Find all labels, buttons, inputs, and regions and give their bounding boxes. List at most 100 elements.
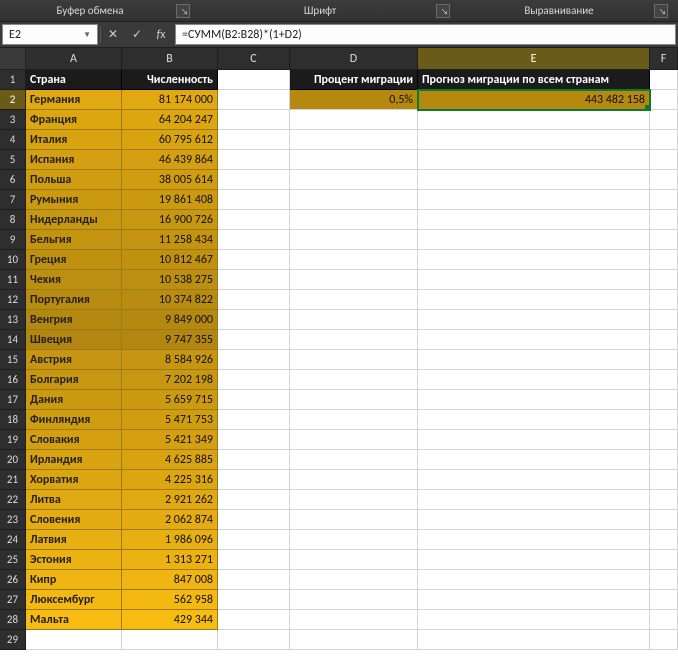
- cell-D9[interactable]: [290, 230, 418, 250]
- cell-A14[interactable]: Швеция: [26, 330, 122, 350]
- cell-D19[interactable]: [290, 430, 418, 450]
- cell-A26[interactable]: Кипр: [26, 570, 122, 590]
- cell-C4[interactable]: [218, 130, 290, 150]
- cell-E1[interactable]: Прогноз миграции по всем странам: [418, 70, 650, 90]
- row-header[interactable]: 15: [0, 350, 26, 370]
- cell-E9[interactable]: [418, 230, 650, 250]
- dialog-launcher-icon[interactable]: ↘: [654, 4, 668, 18]
- cell-B8[interactable]: 16 900 726: [122, 210, 218, 230]
- cell-F11[interactable]: [650, 270, 678, 290]
- cell-A23[interactable]: Словения: [26, 510, 122, 530]
- cell-D21[interactable]: [290, 470, 418, 490]
- cell-D18[interactable]: [290, 410, 418, 430]
- cell-B16[interactable]: 7 202 198: [122, 370, 218, 390]
- cell-B20[interactable]: 4 625 885: [122, 450, 218, 470]
- cell-A18[interactable]: Финляндия: [26, 410, 122, 430]
- cell-E26[interactable]: [418, 570, 650, 590]
- dialog-launcher-icon[interactable]: ↘: [436, 4, 450, 18]
- cell-C17[interactable]: [218, 390, 290, 410]
- cell-A1[interactable]: Страна: [26, 70, 122, 90]
- cell-A9[interactable]: Бельгия: [26, 230, 122, 250]
- cell-E28[interactable]: [418, 610, 650, 630]
- cell-A16[interactable]: Болгария: [26, 370, 122, 390]
- cell-C13[interactable]: [218, 310, 290, 330]
- cell-D20[interactable]: [290, 450, 418, 470]
- cell-C9[interactable]: [218, 230, 290, 250]
- cell-C20[interactable]: [218, 450, 290, 470]
- cell-E22[interactable]: [418, 490, 650, 510]
- cell-E11[interactable]: [418, 270, 650, 290]
- cell-E10[interactable]: [418, 250, 650, 270]
- cell-C27[interactable]: [218, 590, 290, 610]
- row-header[interactable]: 1: [0, 70, 26, 90]
- cell-C7[interactable]: [218, 190, 290, 210]
- cell-B27[interactable]: 562 958: [122, 590, 218, 610]
- cell-A27[interactable]: Люксембург: [26, 590, 122, 610]
- cell-C24[interactable]: [218, 530, 290, 550]
- cell-D1[interactable]: Процент миграции: [290, 70, 418, 90]
- cell-D29[interactable]: [290, 630, 418, 650]
- cell-E18[interactable]: [418, 410, 650, 430]
- cell-E14[interactable]: [418, 330, 650, 350]
- row-header[interactable]: 23: [0, 510, 26, 530]
- row-header[interactable]: 5: [0, 150, 26, 170]
- cell-D14[interactable]: [290, 330, 418, 350]
- cell-E8[interactable]: [418, 210, 650, 230]
- cell-B13[interactable]: 9 849 000: [122, 310, 218, 330]
- cell-E7[interactable]: [418, 190, 650, 210]
- row-header[interactable]: 8: [0, 210, 26, 230]
- cell-E27[interactable]: [418, 590, 650, 610]
- cell-A7[interactable]: Румыния: [26, 190, 122, 210]
- cell-E20[interactable]: [418, 450, 650, 470]
- cell-B28[interactable]: 429 344: [122, 610, 218, 630]
- cell-A22[interactable]: Литва: [26, 490, 122, 510]
- cell-C3[interactable]: [218, 110, 290, 130]
- cell-B29[interactable]: [122, 630, 218, 650]
- row-header[interactable]: 29: [0, 630, 26, 650]
- cell-B22[interactable]: 2 921 262: [122, 490, 218, 510]
- cell-C21[interactable]: [218, 470, 290, 490]
- cell-F10[interactable]: [650, 250, 678, 270]
- cell-B18[interactable]: 5 471 753: [122, 410, 218, 430]
- row-header[interactable]: 19: [0, 430, 26, 450]
- name-box[interactable]: E2 ▼: [2, 24, 98, 45]
- column-header-A[interactable]: A: [26, 48, 122, 70]
- chevron-down-icon[interactable]: ▼: [83, 30, 91, 40]
- cell-F25[interactable]: [650, 550, 678, 570]
- cell-C6[interactable]: [218, 170, 290, 190]
- cell-D25[interactable]: [290, 550, 418, 570]
- cell-C10[interactable]: [218, 250, 290, 270]
- cell-F27[interactable]: [650, 590, 678, 610]
- cell-B12[interactable]: 10 374 822: [122, 290, 218, 310]
- cell-A15[interactable]: Австрия: [26, 350, 122, 370]
- cell-C1[interactable]: [218, 70, 290, 90]
- cell-B21[interactable]: 4 225 316: [122, 470, 218, 490]
- cell-A10[interactable]: Греция: [26, 250, 122, 270]
- column-header-E[interactable]: E: [418, 48, 650, 70]
- cell-F20[interactable]: [650, 450, 678, 470]
- cell-F22[interactable]: [650, 490, 678, 510]
- cell-A5[interactable]: Испания: [26, 150, 122, 170]
- cell-C23[interactable]: [218, 510, 290, 530]
- row-header[interactable]: 16: [0, 370, 26, 390]
- cell-E13[interactable]: [418, 310, 650, 330]
- cell-F14[interactable]: [650, 330, 678, 350]
- cell-C15[interactable]: [218, 350, 290, 370]
- cell-A17[interactable]: Дания: [26, 390, 122, 410]
- cell-E4[interactable]: [418, 130, 650, 150]
- cell-B10[interactable]: 10 812 467: [122, 250, 218, 270]
- cell-F16[interactable]: [650, 370, 678, 390]
- cell-D2[interactable]: 0,5%: [290, 90, 418, 110]
- cell-A8[interactable]: Нидерланды: [26, 210, 122, 230]
- row-header[interactable]: 9: [0, 230, 26, 250]
- cancel-formula-button[interactable]: ✕: [101, 22, 125, 47]
- cell-B2[interactable]: 81 174 000: [122, 90, 218, 110]
- row-header[interactable]: 10: [0, 250, 26, 270]
- row-header[interactable]: 17: [0, 390, 26, 410]
- cell-D12[interactable]: [290, 290, 418, 310]
- cell-A12[interactable]: Португалия: [26, 290, 122, 310]
- row-header[interactable]: 24: [0, 530, 26, 550]
- cell-C28[interactable]: [218, 610, 290, 630]
- row-header[interactable]: 13: [0, 310, 26, 330]
- cell-D23[interactable]: [290, 510, 418, 530]
